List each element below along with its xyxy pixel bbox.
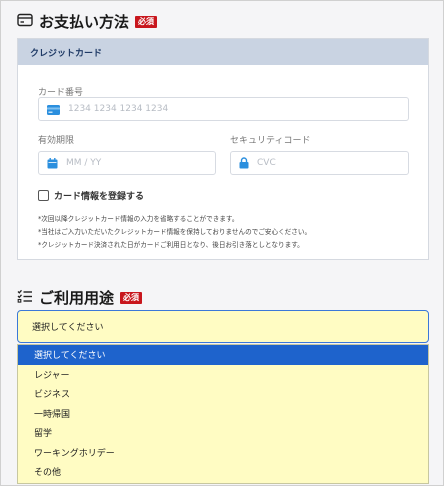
expiry-field[interactable]: MM / YY (38, 151, 216, 175)
note-line: *当社はご入力いただいたクレジットカード情報を保持しておりませんのでご安心くださ… (38, 228, 312, 236)
tab-credit-card[interactable]: クレジットカード (18, 39, 428, 65)
security-code-placeholder: CVC (257, 158, 276, 168)
expiry-label: 有効期限 (38, 136, 75, 146)
usage-options-list: 選択してください レジャー ビジネス 一時帰国 留学 ワーキングホリデー その他 (17, 344, 429, 484)
payment-title: お支払い方法 (39, 13, 130, 31)
checkbox-box[interactable] (38, 190, 49, 201)
security-code-label: セキュリティコード (230, 136, 311, 146)
required-badge: 必須 (120, 291, 143, 304)
usage-title: ご利用用途 (39, 289, 115, 307)
option-study-abroad[interactable]: 留学 (18, 423, 428, 443)
calendar-icon (47, 154, 58, 173)
credit-card-panel: クレジットカード カード番号 1234 1234 1234 1234 有効期限 (17, 38, 429, 260)
note-line: *クレジットカード決済された日がカードご利用日となり、後日お引き落としとなります… (38, 241, 304, 249)
card-number-placeholder: 1234 1234 1234 1234 (68, 104, 169, 114)
card-icon (47, 100, 60, 119)
note-line: *次回以降クレジットカード情報の入力を省略することができます。 (38, 215, 239, 223)
lock-icon (239, 154, 249, 173)
option-leisure[interactable]: レジャー (18, 365, 428, 385)
save-card-label: カード情報を登録する (54, 192, 145, 202)
required-badge: 必須 (135, 15, 158, 28)
credit-card-icon (17, 12, 33, 31)
option-temporary-return[interactable]: 一時帰国 (18, 404, 428, 424)
save-card-checkbox[interactable]: カード情報を登録する (38, 189, 144, 202)
payment-notes: *次回以降クレジットカード情報の入力を省略することができます。 *当社はご入力い… (38, 213, 311, 252)
option-working-holiday[interactable]: ワーキングホリデー (18, 443, 428, 463)
page-frame: お支払い方法 必須 クレジットカード カード番号 1234 1234 1234 … (0, 0, 444, 486)
payment-section-header: お支払い方法 必須 (17, 11, 158, 32)
card-number-field[interactable]: 1234 1234 1234 1234 (38, 97, 409, 121)
usage-select[interactable]: 選択してください (17, 310, 429, 343)
security-code-field[interactable]: CVC (230, 151, 409, 175)
checklist-icon (17, 288, 33, 307)
usage-section-header: ご利用用途 必須 (17, 287, 143, 308)
expiry-placeholder: MM / YY (66, 158, 102, 168)
option-other[interactable]: その他 (18, 462, 428, 482)
option-business[interactable]: ビジネス (18, 384, 428, 404)
option-select-prompt[interactable]: 選択してください (18, 345, 428, 365)
